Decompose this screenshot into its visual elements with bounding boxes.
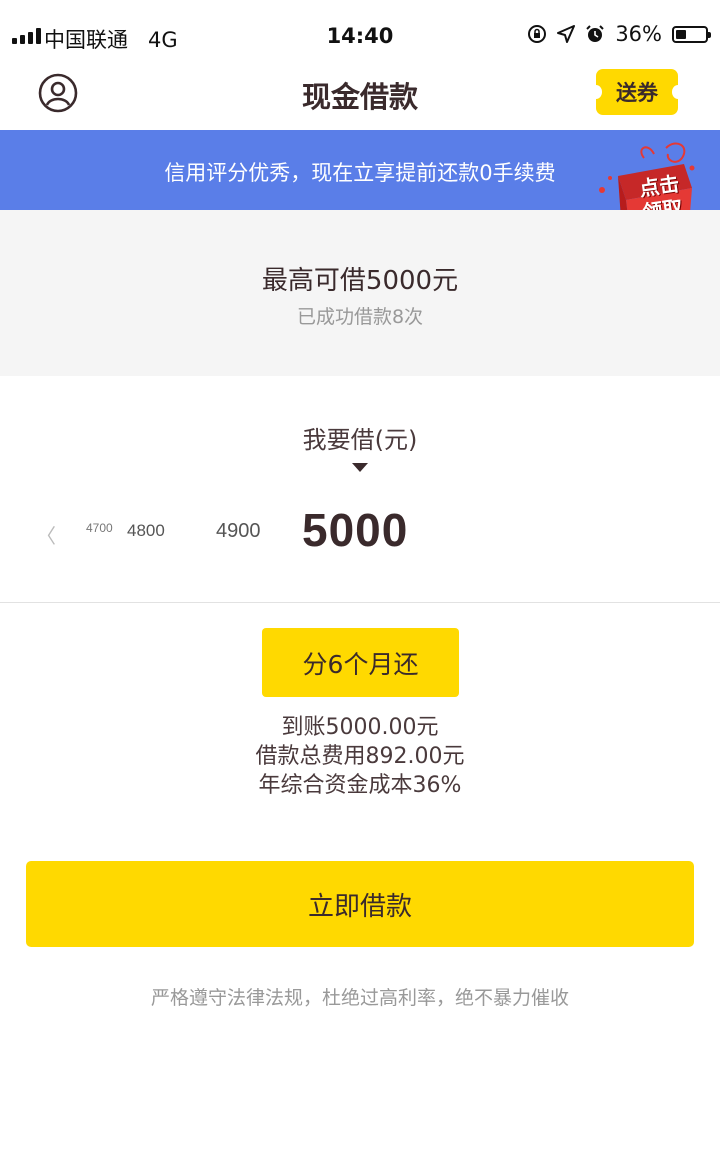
alarm-icon — [586, 25, 605, 42]
selector-pointer-icon — [352, 463, 368, 472]
received-amount: 到账5000.00元 — [281, 715, 439, 740]
amount-option[interactable]: 4800 — [127, 521, 165, 541]
borrow-now-button[interactable]: 立即借款 — [26, 861, 694, 947]
battery-icon — [672, 25, 711, 43]
scroll-left-button[interactable]: 〈 — [36, 520, 56, 549]
orientation-lock-icon — [528, 25, 547, 43]
loan-terms-info: 到账5000.00元 借款总费用892.00元 年综合资金成本36% — [0, 713, 720, 800]
annual-cost: 年综合资金成本36% — [258, 773, 462, 798]
borrow-now-label: 立即借款 — [307, 891, 412, 922]
amount-option[interactable]: 4900 — [216, 520, 261, 543]
max-loan-amount: 最高可借5000元 — [261, 266, 459, 296]
battery-level-fill — [676, 29, 686, 39]
status-icons: 36% — [527, 22, 711, 46]
divider — [0, 602, 720, 603]
loan-count: 已成功借款8次 — [296, 306, 424, 328]
compliance-disclaimer: 严格遵守法律法规，杜绝过高利率，绝不暴力催收 — [150, 987, 569, 1009]
total-fee: 借款总费用892.00元 — [255, 744, 465, 769]
battery-cap — [708, 31, 711, 38]
borrow-amount-label: 我要借(元) — [302, 426, 418, 454]
coupon-button[interactable]: 送券 — [590, 69, 684, 115]
repayment-term-label: 分6个月还 — [302, 649, 419, 679]
location-arrow-icon — [557, 25, 576, 43]
amount-option[interactable]: 4700 — [86, 521, 113, 535]
selected-amount[interactable]: 5000 — [302, 503, 408, 557]
repayment-term-button[interactable]: 分6个月还 — [262, 628, 459, 697]
coupon-label: 送券 — [616, 81, 658, 105]
battery-percent: 36% — [615, 22, 662, 46]
